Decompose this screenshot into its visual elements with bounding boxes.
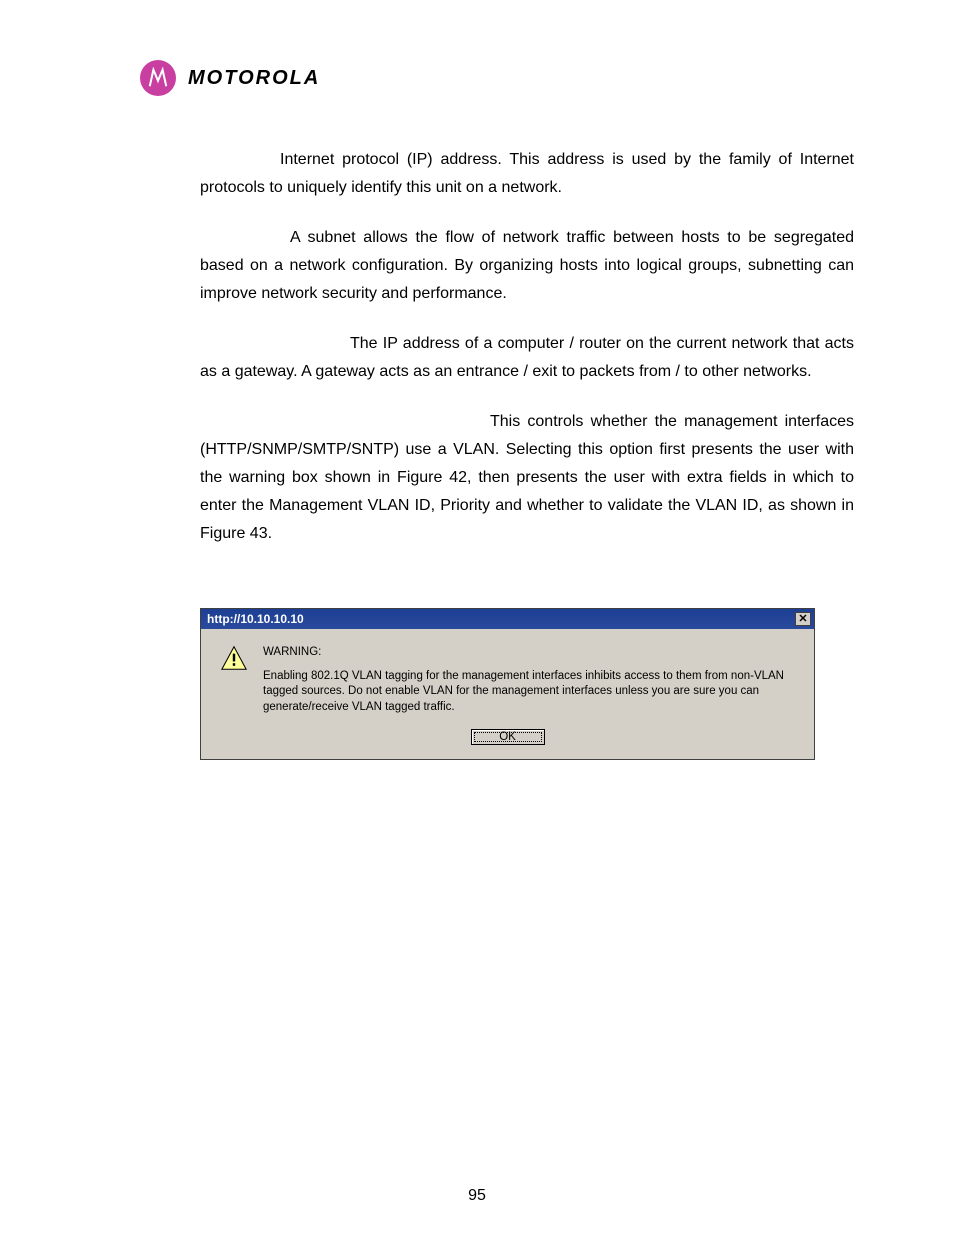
warning-dialog: http://10.10.10.10 ✕ WARNING: Enabling 8… — [200, 608, 815, 760]
dialog-body: WARNING: Enabling 802.1Q VLAN tagging fo… — [201, 629, 814, 759]
document-page: MOTOROLA Internet protocol (IP) address.… — [0, 0, 954, 1235]
dialog-titlebar: http://10.10.10.10 ✕ — [201, 609, 814, 629]
paragraph-gateway: The IP address of a computer / router on… — [200, 330, 854, 386]
paragraph-vlan: This controls whether the management int… — [200, 408, 854, 548]
paragraph-ip-address: Internet protocol (IP) address. This add… — [200, 146, 854, 202]
close-icon: ✕ — [798, 613, 807, 625]
dialog-title: http://10.10.10.10 — [207, 612, 304, 626]
motorola-m-icon — [147, 67, 169, 89]
dialog-content-row: WARNING: Enabling 802.1Q VLAN tagging fo… — [219, 645, 796, 715]
page-number: 95 — [0, 1187, 954, 1205]
page-header: MOTOROLA — [60, 60, 894, 96]
close-button[interactable]: ✕ — [795, 612, 811, 626]
motorola-logo-icon — [140, 60, 176, 96]
warning-title: WARNING: — [263, 645, 796, 661]
dialog-button-row: OK — [219, 729, 796, 745]
ok-button[interactable]: OK — [471, 729, 545, 745]
warning-icon — [219, 645, 249, 671]
warning-text: WARNING: Enabling 802.1Q VLAN tagging fo… — [263, 645, 796, 715]
brand-text: MOTOROLA — [188, 67, 320, 90]
body-text: Internet protocol (IP) address. This add… — [60, 146, 894, 548]
warning-body: Enabling 802.1Q VLAN tagging for the man… — [263, 669, 796, 716]
paragraph-subnet: A subnet allows the flow of network traf… — [200, 224, 854, 308]
